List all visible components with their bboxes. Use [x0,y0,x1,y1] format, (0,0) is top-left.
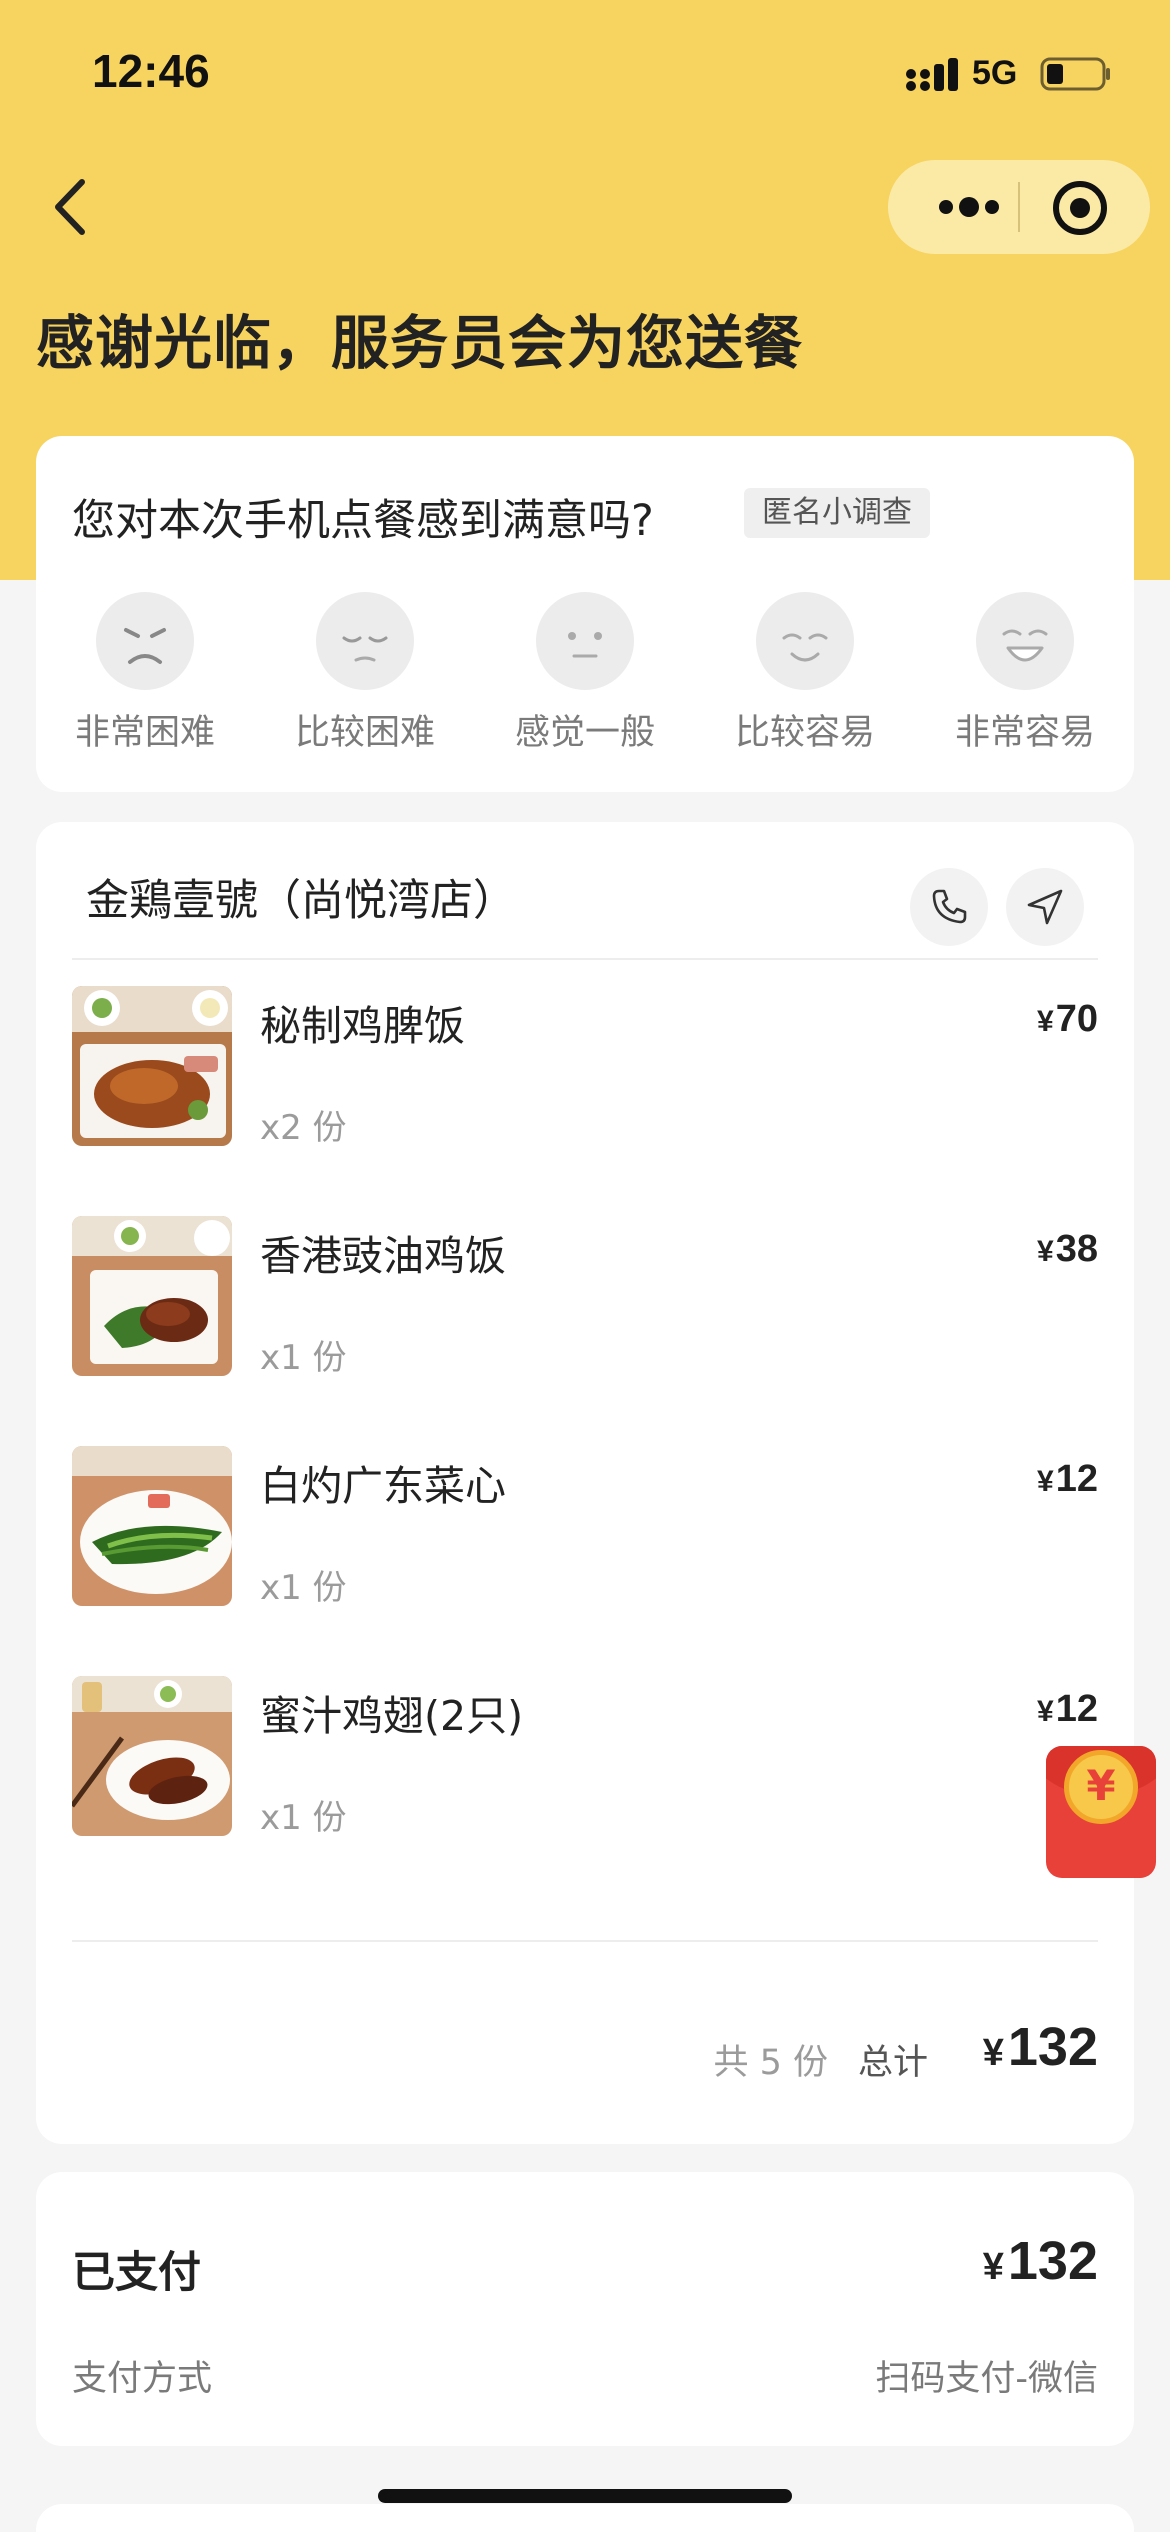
paid-amount-value: 132 [1007,2231,1098,2291]
item-price: ¥38 [1037,1228,1098,1271]
survey-card: 您对本次手机点餐感到满意吗? 匿名小调查 非常困难 比较困难 感觉一般 比较容易 [36,436,1134,792]
item-price-value: 70 [1055,998,1098,1040]
status-time: 12:46 [92,45,210,97]
dish-image [72,1216,232,1376]
payment-method-value: 扫码支付-微信 [875,2359,1098,2399]
call-store-button[interactable] [910,868,988,946]
payment-card: 已支付 ¥132 支付方式 扫码支付-微信 [36,2172,1134,2446]
divider [72,958,1098,960]
currency-symbol: ¥ [1037,1465,1054,1498]
item-price: ¥70 [1037,998,1098,1041]
survey-tag: 匿名小调查 [744,488,930,538]
home-indicator [378,2489,792,2503]
item-price-value: 12 [1055,1458,1098,1500]
survey-question: 您对本次手机点餐感到满意吗? [72,496,654,546]
divider [72,1940,1098,1942]
survey-option-label: 非常困难 [74,713,215,753]
survey-option-label: 非常容易 [954,713,1095,753]
item-name: 蜜汁鸡翅(2只) [260,1692,524,1740]
item-qty: x1 份 [260,1568,347,1608]
close-mini-program-button[interactable] [1050,178,1110,238]
currency-symbol: ¥ [1037,1235,1054,1268]
currency-symbol: ¥ [982,2246,1004,2288]
navigation-arrow-icon [1027,889,1063,925]
order-summary: 共 5 份 总计 ¥132 [498,2016,1098,2086]
item-name: 秘制鸡脾饭 [260,1002,465,1050]
red-packet-button[interactable]: ¥ [1046,1746,1156,1878]
order-item: 秘制鸡脾饭 x2 份 ¥70 [72,986,1098,1156]
currency-symbol: ¥ [1037,1695,1054,1728]
item-name: 白灼广东菜心 [260,1462,506,1510]
phone-icon [932,889,967,924]
back-button[interactable] [44,170,104,244]
item-price: ¥12 [1037,1688,1098,1731]
yuan-coin-icon: ¥ [1064,1750,1138,1824]
signal-icon [906,58,958,91]
capsule-divider [1018,182,1020,232]
item-qty: x1 份 [260,1338,347,1378]
dish-image [72,1676,232,1836]
total-amount: ¥132 [983,2016,1098,2078]
order-card: 金鶏壹號（尚悦湾店） 秘制鸡脾饭 x2 份 ¥70 香港豉油鸡饭 x1 份 ¥3… [36,822,1134,2144]
navigate-store-button[interactable] [1006,868,1084,946]
item-price-value: 38 [1055,1228,1098,1270]
item-name: 香港豉油鸡饭 [260,1232,506,1280]
total-value: 132 [1007,2017,1098,2077]
happy-face-icon[interactable] [756,592,854,690]
paid-label: 已支付 [72,2248,201,2298]
order-item: 白灼广东菜心 x1 份 ¥12 [72,1446,1098,1616]
next-card [36,2504,1134,2532]
currency-symbol: ¥ [1037,1005,1054,1038]
payment-method-label: 支付方式 [72,2359,213,2399]
target-icon [1053,181,1107,235]
neutral-face-icon[interactable] [536,592,634,690]
dish-image [72,1446,232,1606]
battery-icon [1040,57,1110,91]
survey-option-label: 感觉一般 [514,713,655,753]
paid-amount: ¥132 [983,2230,1098,2292]
currency-symbol: ¥ [982,2032,1004,2074]
item-price: ¥12 [1037,1458,1098,1501]
order-item: 香港豉油鸡饭 x1 份 ¥38 [72,1216,1098,1386]
page-title: 感谢光临，服务员会为您送餐 [36,309,804,377]
unhappy-face-icon[interactable] [316,592,414,690]
item-qty: x2 份 [260,1108,347,1148]
status-bar: 12:46 5G [0,0,1170,140]
network-type: 5G [972,54,1018,92]
dish-image [72,986,232,1146]
survey-option-label: 比较容易 [734,713,875,753]
very-unhappy-face-icon[interactable] [96,592,194,690]
more-dots-icon [939,197,999,217]
very-happy-face-icon[interactable] [976,592,1074,690]
order-item: 蜜汁鸡翅(2只) x1 份 ¥12 [72,1676,1098,1846]
mini-program-capsule [888,160,1150,254]
item-qty: x1 份 [260,1798,347,1838]
more-button[interactable] [924,182,1014,232]
survey-option-label: 比较困难 [294,713,435,753]
total-label: 总计 [857,2043,928,2083]
store-name[interactable]: 金鶏壹號（尚悦湾店） [86,866,516,928]
chevron-left-icon [55,179,85,235]
item-price-value: 12 [1055,1688,1098,1730]
item-count: 共 5 份 [713,2043,828,2083]
